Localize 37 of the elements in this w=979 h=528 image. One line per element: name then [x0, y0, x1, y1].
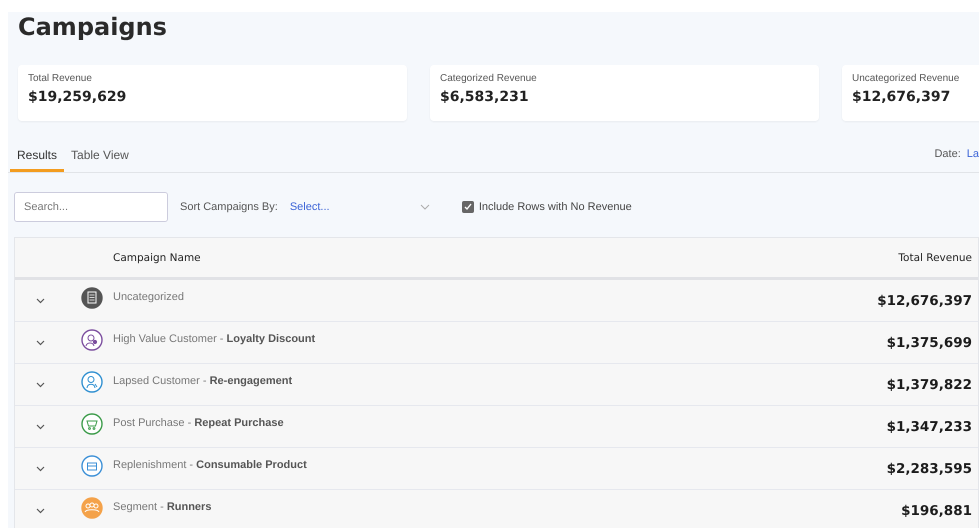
- date-link[interactable]: La: [966, 148, 979, 160]
- tab[interactable]: Table View: [64, 140, 136, 172]
- chevron-icon: [420, 204, 430, 210]
- campaign-name: Post Purchase - Repeat Purchase: [113, 416, 285, 429]
- card-label: Uncategorized Revenue: [852, 73, 960, 84]
- card-value: $6,583,231: [440, 89, 530, 105]
- card-label: Categorized Revenue: [440, 73, 538, 84]
- campaign-name: Uncategorized: [113, 290, 185, 303]
- column-header: Total Revenue: [898, 252, 972, 264]
- checkbox[interactable]: [462, 201, 474, 213]
- revenue-value: $196,881: [901, 502, 972, 518]
- column-header: Campaign Name: [113, 252, 202, 264]
- campaign-name: Lapsed Customer - Re-engagement: [113, 374, 294, 387]
- card-label: Total Revenue: [28, 73, 93, 84]
- expand-chevron-icon[interactable]: [36, 298, 45, 304]
- campaign-name: Replenishment - Consumable Product: [113, 458, 308, 471]
- expand-chevron-icon[interactable]: [36, 466, 45, 472]
- revenue-value: $1,347,233: [886, 418, 972, 434]
- sort-label: Sort Campaigns By:: [180, 201, 278, 213]
- campaign-name: Segment - Runners: [113, 500, 212, 513]
- campaign-name: High Value Customer - Loyalty Discount: [113, 332, 316, 345]
- card-value: $19,259,629: [28, 89, 128, 105]
- tab[interactable]: Results: [10, 140, 64, 172]
- checkbox-label: Include Rows with No Revenue: [478, 201, 632, 213]
- expand-chevron-icon[interactable]: [36, 424, 45, 430]
- expand-chevron-icon[interactable]: [36, 382, 45, 388]
- search-field[interactable]: Search...: [14, 192, 168, 222]
- expand-chevron-icon[interactable]: [36, 340, 45, 346]
- date-label: Date:: [934, 148, 961, 160]
- revenue-value: $1,375,699: [886, 334, 972, 350]
- sort-dropdown[interactable]: Select...: [290, 201, 430, 213]
- page-title: Campaigns: [17, 12, 168, 42]
- expand-chevron-icon[interactable]: [36, 508, 45, 514]
- revenue-value: $2,283,595: [886, 460, 972, 476]
- revenue-value: $1,379,822: [886, 376, 972, 392]
- revenue-value: $12,676,397: [877, 292, 972, 308]
- card-value: $12,676,397: [852, 89, 952, 105]
